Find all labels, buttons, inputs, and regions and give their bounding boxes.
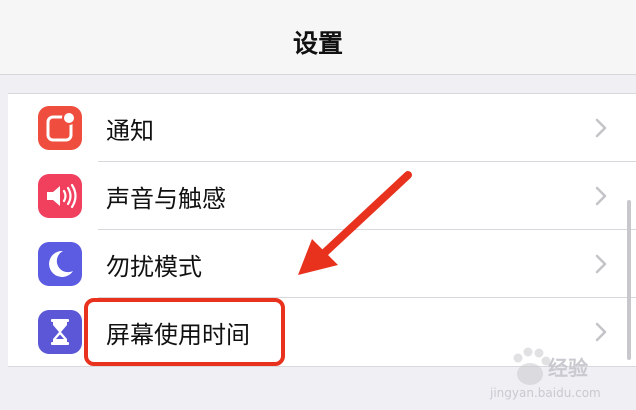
navigation-bar: 设置 [0,0,636,75]
settings-item-label: 勿扰模式 [106,253,202,281]
page-title: 设置 [292,29,343,58]
hourglass-icon [38,310,82,354]
chevron-right-icon [595,118,607,138]
watermark-url: jingyan.baidu.com [490,386,601,400]
annotation-highlight-box [84,298,285,366]
sound-icon [38,174,82,218]
chevron-right-icon [595,254,607,274]
settings-item-notifications[interactable]: 通知 [8,94,636,162]
scroll-indicator[interactable] [627,200,631,360]
annotation-arrow-icon [298,171,412,275]
watermark-text: 经验 [548,356,588,380]
moon-icon [38,242,82,286]
chevron-right-icon [595,186,607,206]
notifications-icon [38,106,82,150]
settings-item-label: 声音与触感 [106,185,226,213]
settings-item-label: 通知 [106,117,154,145]
